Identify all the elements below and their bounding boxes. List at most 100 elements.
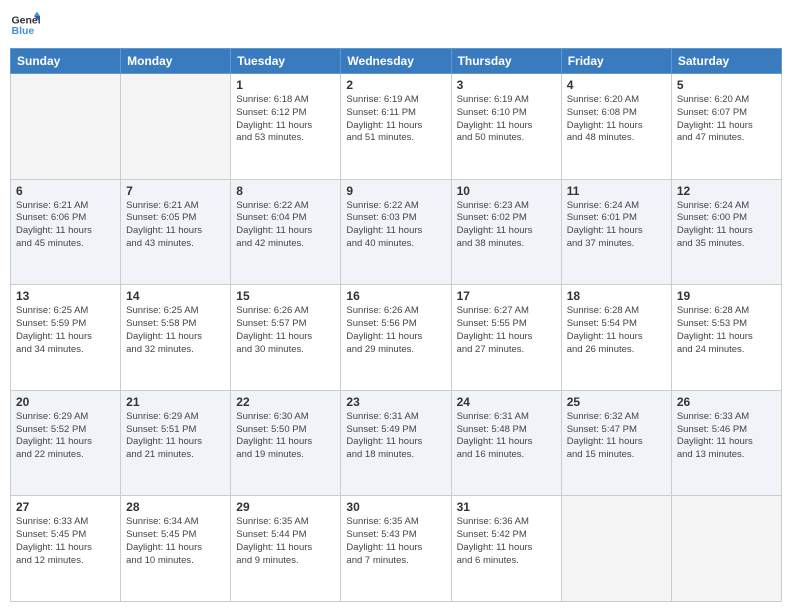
day-info: Sunrise: 6:28 AM Sunset: 5:54 PM Dayligh… xyxy=(567,305,666,356)
calendar-cell: 28 Sunrise: 6:34 AM Sunset: 5:45 PM Dayli… xyxy=(121,496,231,602)
day-number: 21 xyxy=(126,395,225,409)
day-info: Sunrise: 6:24 AM Sunset: 6:01 PM Dayligh… xyxy=(567,200,666,251)
day-number: 15 xyxy=(236,289,335,303)
calendar-cell: 1 Sunrise: 6:18 AM Sunset: 6:12 PM Daylig… xyxy=(231,74,341,180)
weekday-header-saturday: Saturday xyxy=(671,49,781,74)
day-info: Sunrise: 6:18 AM Sunset: 6:12 PM Dayligh… xyxy=(236,94,335,145)
calendar-cell: 10 Sunrise: 6:23 AM Sunset: 6:02 PM Dayli… xyxy=(451,179,561,285)
day-info: Sunrise: 6:21 AM Sunset: 6:05 PM Dayligh… xyxy=(126,200,225,251)
day-info: Sunrise: 6:23 AM Sunset: 6:02 PM Dayligh… xyxy=(457,200,556,251)
weekday-header-monday: Monday xyxy=(121,49,231,74)
day-info: Sunrise: 6:29 AM Sunset: 5:52 PM Dayligh… xyxy=(16,411,115,462)
weekday-header-thursday: Thursday xyxy=(451,49,561,74)
day-number: 16 xyxy=(346,289,445,303)
day-number: 28 xyxy=(126,500,225,514)
calendar-cell: 20 Sunrise: 6:29 AM Sunset: 5:52 PM Dayli… xyxy=(11,390,121,496)
day-info: Sunrise: 6:19 AM Sunset: 6:10 PM Dayligh… xyxy=(457,94,556,145)
calendar-cell: 7 Sunrise: 6:21 AM Sunset: 6:05 PM Daylig… xyxy=(121,179,231,285)
calendar-cell: 29Sunrise: 6:35 AM Sunset: 5:44 PM Dayli… xyxy=(231,496,341,602)
day-number: 7 xyxy=(126,184,225,198)
calendar-cell: 15 Sunrise: 6:26 AM Sunset: 5:57 PM Dayli… xyxy=(231,285,341,391)
day-number: 22 xyxy=(236,395,335,409)
calendar-cell: 9 Sunrise: 6:22 AM Sunset: 6:03 PM Daylig… xyxy=(341,179,451,285)
calendar-cell: 22 Sunrise: 6:30 AM Sunset: 5:50 PM Dayli… xyxy=(231,390,341,496)
day-number: 23 xyxy=(346,395,445,409)
weekday-header-wednesday: Wednesday xyxy=(341,49,451,74)
page: General Blue SundayMondayTuesdayWednesda… xyxy=(0,0,792,612)
day-number: 17 xyxy=(457,289,556,303)
calendar-cell: 18 Sunrise: 6:28 AM Sunset: 5:54 PM Dayli… xyxy=(561,285,671,391)
day-number: 20 xyxy=(16,395,115,409)
day-number: 13 xyxy=(16,289,115,303)
calendar-cell: 19Sunrise: 6:28 AM Sunset: 5:53 PM Dayli… xyxy=(671,285,781,391)
day-info: Sunrise: 6:19 AM Sunset: 6:11 PM Dayligh… xyxy=(346,94,445,145)
calendar-cell xyxy=(671,496,781,602)
calendar-cell: 3 Sunrise: 6:19 AM Sunset: 6:10 PM Daylig… xyxy=(451,74,561,180)
day-info: Sunrise: 6:20 AM Sunset: 6:08 PM Dayligh… xyxy=(567,94,666,145)
day-number: 30 xyxy=(346,500,445,514)
calendar-cell: 14 Sunrise: 6:25 AM Sunset: 5:58 PM Dayli… xyxy=(121,285,231,391)
day-number: 8 xyxy=(236,184,335,198)
logo: General Blue xyxy=(10,10,40,40)
day-number: 3 xyxy=(457,78,556,92)
calendar-cell: 13Sunrise: 6:25 AM Sunset: 5:59 PM Dayli… xyxy=(11,285,121,391)
day-number: 1 xyxy=(236,78,335,92)
day-info: Sunrise: 6:35 AM Sunset: 5:44 PM Dayligh… xyxy=(236,516,335,567)
day-number: 4 xyxy=(567,78,666,92)
calendar-cell: 6 Sunrise: 6:21 AM Sunset: 6:06 PM Daylig… xyxy=(11,179,121,285)
day-info: Sunrise: 6:34 AM Sunset: 5:45 PM Dayligh… xyxy=(126,516,225,567)
calendar-cell: 25 Sunrise: 6:32 AM Sunset: 5:47 PM Dayli… xyxy=(561,390,671,496)
calendar-cell: 11Sunrise: 6:24 AM Sunset: 6:01 PM Dayli… xyxy=(561,179,671,285)
day-info: Sunrise: 6:32 AM Sunset: 5:47 PM Dayligh… xyxy=(567,411,666,462)
day-info: Sunrise: 6:31 AM Sunset: 5:49 PM Dayligh… xyxy=(346,411,445,462)
calendar-cell xyxy=(121,74,231,180)
day-number: 2 xyxy=(346,78,445,92)
calendar-cell: 12Sunrise: 6:24 AM Sunset: 6:00 PM Dayli… xyxy=(671,179,781,285)
calendar-cell: 21Sunrise: 6:29 AM Sunset: 5:51 PM Dayli… xyxy=(121,390,231,496)
weekday-header-tuesday: Tuesday xyxy=(231,49,341,74)
day-number: 25 xyxy=(567,395,666,409)
calendar-cell: 23 Sunrise: 6:31 AM Sunset: 5:49 PM Dayli… xyxy=(341,390,451,496)
day-number: 18 xyxy=(567,289,666,303)
calendar-cell: 27 Sunrise: 6:33 AM Sunset: 5:45 PM Dayli… xyxy=(11,496,121,602)
calendar-table: SundayMondayTuesdayWednesdayThursdayFrid… xyxy=(10,48,782,602)
day-info: Sunrise: 6:26 AM Sunset: 5:57 PM Dayligh… xyxy=(236,305,335,356)
day-info: Sunrise: 6:36 AM Sunset: 5:42 PM Dayligh… xyxy=(457,516,556,567)
day-number: 10 xyxy=(457,184,556,198)
calendar-cell: 16 Sunrise: 6:26 AM Sunset: 5:56 PM Dayli… xyxy=(341,285,451,391)
week-row-3: 13Sunrise: 6:25 AM Sunset: 5:59 PM Dayli… xyxy=(11,285,782,391)
calendar-cell: 31Sunrise: 6:36 AM Sunset: 5:42 PM Dayli… xyxy=(451,496,561,602)
day-info: Sunrise: 6:21 AM Sunset: 6:06 PM Dayligh… xyxy=(16,200,115,251)
day-info: Sunrise: 6:30 AM Sunset: 5:50 PM Dayligh… xyxy=(236,411,335,462)
day-number: 5 xyxy=(677,78,776,92)
day-info: Sunrise: 6:22 AM Sunset: 6:04 PM Dayligh… xyxy=(236,200,335,251)
week-row-2: 6 Sunrise: 6:21 AM Sunset: 6:06 PM Daylig… xyxy=(11,179,782,285)
calendar-cell: 5Sunrise: 6:20 AM Sunset: 6:07 PM Daylig… xyxy=(671,74,781,180)
calendar-cell: 2 Sunrise: 6:19 AM Sunset: 6:11 PM Daylig… xyxy=(341,74,451,180)
day-info: Sunrise: 6:25 AM Sunset: 5:58 PM Dayligh… xyxy=(126,305,225,356)
day-number: 6 xyxy=(16,184,115,198)
calendar-cell: 24 Sunrise: 6:31 AM Sunset: 5:48 PM Dayli… xyxy=(451,390,561,496)
day-number: 9 xyxy=(346,184,445,198)
day-info: Sunrise: 6:27 AM Sunset: 5:55 PM Dayligh… xyxy=(457,305,556,356)
day-number: 14 xyxy=(126,289,225,303)
day-number: 27 xyxy=(16,500,115,514)
day-info: Sunrise: 6:26 AM Sunset: 5:56 PM Dayligh… xyxy=(346,305,445,356)
day-number: 12 xyxy=(677,184,776,198)
week-row-4: 20 Sunrise: 6:29 AM Sunset: 5:52 PM Dayli… xyxy=(11,390,782,496)
day-info: Sunrise: 6:33 AM Sunset: 5:45 PM Dayligh… xyxy=(16,516,115,567)
weekday-header-sunday: Sunday xyxy=(11,49,121,74)
logo-icon: General Blue xyxy=(10,10,40,40)
calendar-cell: 26Sunrise: 6:33 AM Sunset: 5:46 PM Dayli… xyxy=(671,390,781,496)
svg-text:Blue: Blue xyxy=(12,25,35,37)
day-info: Sunrise: 6:33 AM Sunset: 5:46 PM Dayligh… xyxy=(677,411,776,462)
day-info: Sunrise: 6:22 AM Sunset: 6:03 PM Dayligh… xyxy=(346,200,445,251)
day-number: 24 xyxy=(457,395,556,409)
calendar-cell: 8 Sunrise: 6:22 AM Sunset: 6:04 PM Daylig… xyxy=(231,179,341,285)
day-info: Sunrise: 6:31 AM Sunset: 5:48 PM Dayligh… xyxy=(457,411,556,462)
day-info: Sunrise: 6:28 AM Sunset: 5:53 PM Dayligh… xyxy=(677,305,776,356)
header: General Blue xyxy=(10,10,782,40)
calendar-cell xyxy=(561,496,671,602)
day-info: Sunrise: 6:35 AM Sunset: 5:43 PM Dayligh… xyxy=(346,516,445,567)
calendar-cell: 4 Sunrise: 6:20 AM Sunset: 6:08 PM Daylig… xyxy=(561,74,671,180)
